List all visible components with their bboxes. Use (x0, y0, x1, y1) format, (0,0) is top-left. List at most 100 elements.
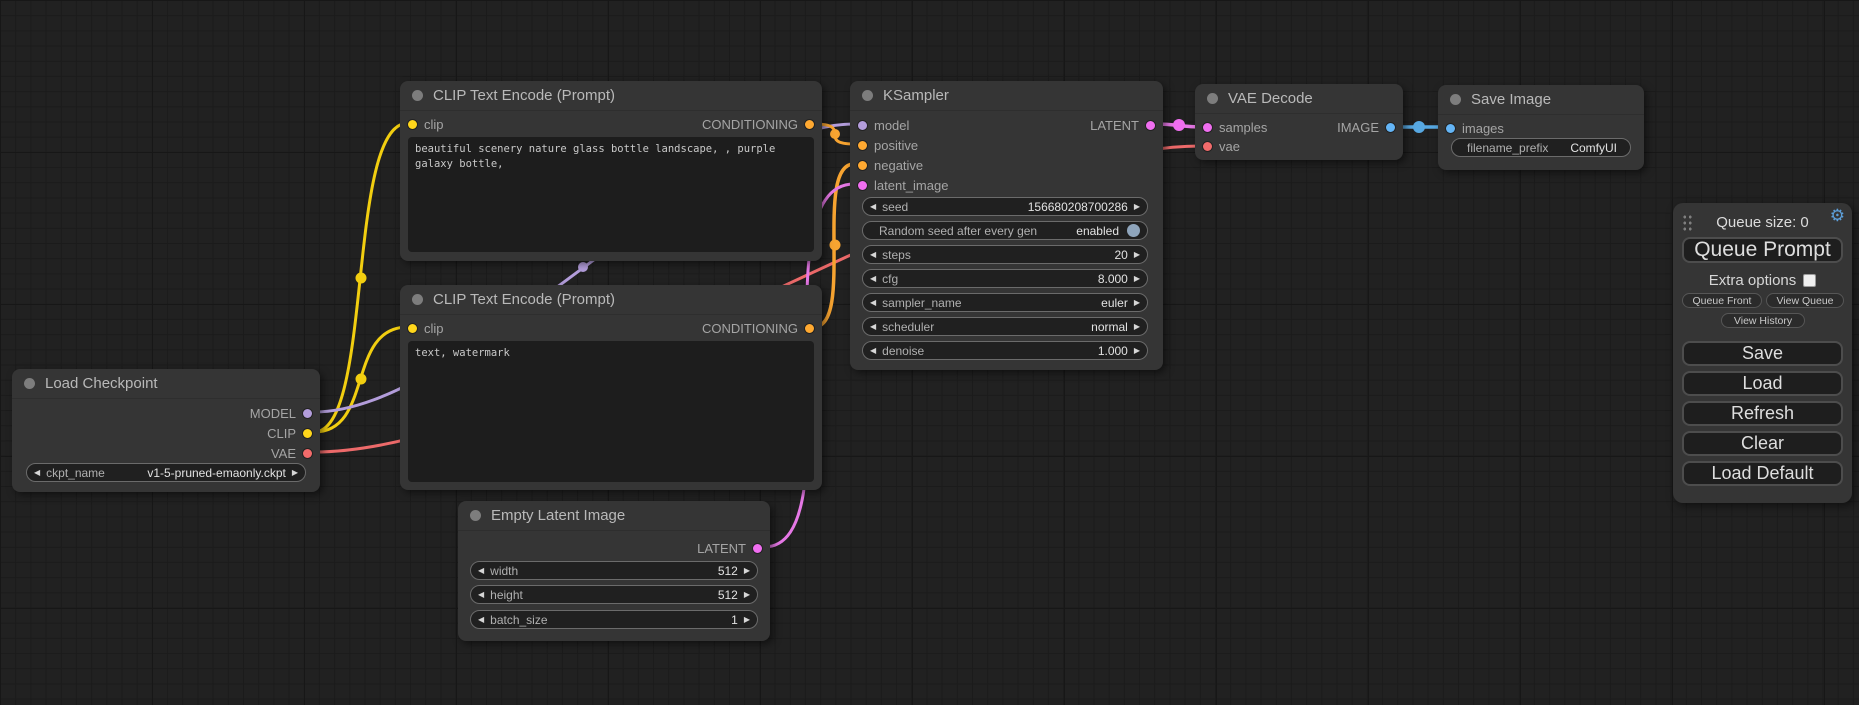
width-widget[interactable]: ◀ width 512 ▶ (470, 561, 758, 580)
node-save-image[interactable]: Save Image images filename_prefix ComfyU… (1438, 85, 1644, 170)
node-load-checkpoint[interactable]: Load Checkpoint MODEL CLIP VAE ◀ ckpt_na… (12, 369, 320, 492)
negative-prompt-textarea[interactable]: text, watermark (408, 341, 814, 482)
collapse-dot-icon[interactable] (862, 90, 873, 101)
widget-label: height (490, 588, 523, 602)
filename-prefix-widget[interactable]: filename_prefix ComfyUI (1451, 138, 1631, 157)
height-widget[interactable]: ◀ height 512 ▶ (470, 585, 758, 604)
right-arrow-icon[interactable]: ▶ (1134, 347, 1140, 355)
queue-front-button[interactable]: Queue Front (1682, 293, 1762, 308)
widget-label: cfg (882, 272, 898, 286)
toggle-icon[interactable] (1127, 224, 1140, 237)
input-slot-vae: vae (1203, 137, 1395, 155)
output-slot-conditioning: CONDITIONING (702, 117, 814, 132)
link-dot-model[interactable] (578, 262, 588, 272)
right-arrow-icon[interactable]: ▶ (1134, 275, 1140, 283)
left-arrow-icon[interactable]: ◀ (870, 251, 876, 259)
right-arrow-icon[interactable]: ▶ (1134, 251, 1140, 259)
node-title-bar[interactable]: VAE Decode (1195, 84, 1403, 114)
load-button[interactable]: Load (1682, 371, 1843, 396)
link-dot-positive[interactable] (830, 129, 840, 139)
latent-port[interactable] (858, 181, 867, 190)
widget-label: scheduler (882, 320, 934, 334)
right-arrow-icon[interactable]: ▶ (292, 469, 298, 477)
node-title-bar[interactable]: Load Checkpoint (12, 369, 320, 399)
left-arrow-icon[interactable]: ◀ (34, 469, 40, 477)
left-arrow-icon[interactable]: ◀ (870, 323, 876, 331)
positive-prompt-textarea[interactable]: beautiful scenery nature glass bottle la… (408, 137, 814, 252)
node-title-bar[interactable]: Empty Latent Image (458, 501, 770, 531)
model-port[interactable] (303, 409, 312, 418)
latent-port[interactable] (753, 544, 762, 553)
vae-port[interactable] (1203, 142, 1212, 151)
left-arrow-icon[interactable]: ◀ (870, 275, 876, 283)
node-title-bar[interactable]: CLIP Text Encode (Prompt) (400, 81, 822, 111)
left-arrow-icon[interactable]: ◀ (478, 567, 484, 575)
random-seed-toggle-widget[interactable]: Random seed after every gen enabled (862, 221, 1148, 240)
collapse-dot-icon[interactable] (412, 294, 423, 305)
collapse-dot-icon[interactable] (470, 510, 481, 521)
right-arrow-icon[interactable]: ▶ (1134, 323, 1140, 331)
right-arrow-icon[interactable]: ▶ (744, 616, 750, 624)
clip-port[interactable] (303, 429, 312, 438)
right-arrow-icon[interactable]: ▶ (1134, 299, 1140, 307)
node-title-bar[interactable]: KSampler (850, 81, 1163, 111)
conditioning-port[interactable] (805, 120, 814, 129)
left-arrow-icon[interactable]: ◀ (478, 591, 484, 599)
collapse-dot-icon[interactable] (1207, 93, 1218, 104)
collapse-dot-icon[interactable] (1450, 94, 1461, 105)
queue-panel: Queue size: 0 ⚙ Queue Prompt Extra optio… (1673, 203, 1852, 503)
link-dot-image[interactable] (1413, 121, 1425, 133)
link-dot-negative[interactable] (830, 240, 841, 251)
refresh-button[interactable]: Refresh (1682, 401, 1843, 426)
collapse-dot-icon[interactable] (412, 90, 423, 101)
node-vae-decode[interactable]: VAE Decode samples IMAGE vae (1195, 84, 1403, 160)
left-arrow-icon[interactable]: ◀ (870, 347, 876, 355)
left-arrow-icon[interactable]: ◀ (478, 616, 484, 624)
link-dot-clip-positive[interactable] (356, 273, 367, 284)
cfg-widget[interactable]: ◀ cfg 8.000 ▶ (862, 269, 1148, 288)
scheduler-widget[interactable]: ◀ scheduler normal ▶ (862, 317, 1148, 336)
widget-label: sampler_name (882, 296, 961, 310)
model-port[interactable] (858, 121, 867, 130)
clip-port[interactable] (408, 324, 417, 333)
view-history-button[interactable]: View History (1721, 313, 1805, 328)
right-arrow-icon[interactable]: ▶ (744, 567, 750, 575)
conditioning-port[interactable] (858, 141, 867, 150)
ckpt-name-widget[interactable]: ◀ ckpt_name v1-5-pruned-emaonly.ckpt ▶ (26, 463, 306, 482)
collapse-dot-icon[interactable] (24, 378, 35, 389)
left-arrow-icon[interactable]: ◀ (870, 203, 876, 211)
left-arrow-icon[interactable]: ◀ (870, 299, 876, 307)
right-arrow-icon[interactable]: ▶ (744, 591, 750, 599)
settings-gear-icon[interactable]: ⚙ (1830, 207, 1845, 224)
sampler-name-widget[interactable]: ◀ sampler_name euler ▶ (862, 293, 1148, 312)
view-queue-button[interactable]: View Queue (1766, 293, 1844, 308)
link-dot-samples[interactable] (1173, 119, 1185, 131)
queue-prompt-button[interactable]: Queue Prompt (1682, 237, 1843, 263)
node-clip-text-encode-positive[interactable]: CLIP Text Encode (Prompt) clip CONDITION… (400, 81, 822, 261)
batch-size-widget[interactable]: ◀ batch_size 1 ▶ (470, 610, 758, 629)
node-empty-latent-image[interactable]: Empty Latent Image LATENT ◀ width 512 ▶ … (458, 501, 770, 641)
node-clip-text-encode-negative[interactable]: CLIP Text Encode (Prompt) clip CONDITION… (400, 285, 822, 490)
node-title-bar[interactable]: CLIP Text Encode (Prompt) (400, 285, 822, 315)
link-dot-clip-negative[interactable] (356, 374, 367, 385)
extra-options-checkbox[interactable] (1803, 274, 1816, 287)
conditioning-port[interactable] (858, 161, 867, 170)
node-graph-canvas[interactable]: Load Checkpoint MODEL CLIP VAE ◀ ckpt_na… (0, 0, 1859, 705)
steps-widget[interactable]: ◀ steps 20 ▶ (862, 245, 1148, 264)
conditioning-port[interactable] (805, 324, 814, 333)
image-port[interactable] (1386, 123, 1395, 132)
load-default-button[interactable]: Load Default (1682, 461, 1843, 486)
image-port[interactable] (1446, 124, 1455, 133)
clear-button[interactable]: Clear (1682, 431, 1843, 456)
node-ksampler[interactable]: KSampler model LATENT positive negative … (850, 81, 1163, 370)
node-title-bar[interactable]: Save Image (1438, 85, 1644, 115)
output-slot-conditioning: CONDITIONING (702, 321, 814, 336)
right-arrow-icon[interactable]: ▶ (1134, 203, 1140, 211)
latent-port[interactable] (1203, 123, 1212, 132)
vae-port[interactable] (303, 449, 312, 458)
save-button[interactable]: Save (1682, 341, 1843, 366)
seed-widget[interactable]: ◀ seed 156680208700286 ▶ (862, 197, 1148, 216)
clip-port[interactable] (408, 120, 417, 129)
denoise-widget[interactable]: ◀ denoise 1.000 ▶ (862, 341, 1148, 360)
latent-port[interactable] (1146, 121, 1155, 130)
